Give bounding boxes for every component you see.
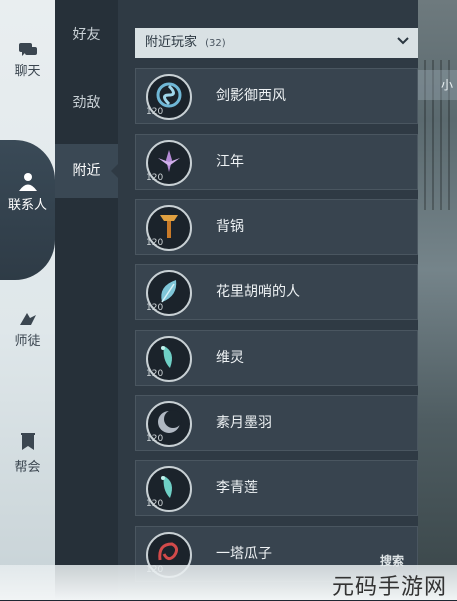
player-row[interactable]: 120 李青莲 [135, 460, 418, 516]
player-row[interactable]: 120 剑影御西风 [135, 68, 418, 124]
dropdown-label: 附近玩家 [145, 35, 198, 50]
chat-icon [18, 43, 37, 56]
nearby-players-dropdown[interactable]: 附近玩家 (32) [135, 28, 418, 58]
sub-navigation: 好友 劲敌 附近 [55, 0, 118, 600]
player-level: 120 [146, 434, 164, 444]
lotus-emblem-icon [158, 150, 180, 172]
dropdown-count: (32) [205, 38, 226, 49]
player-level: 120 [146, 369, 164, 379]
nav-guild[interactable]: 帮会 [0, 432, 55, 475]
player-name: 维灵 [216, 350, 244, 366]
nav-mentor[interactable]: 师徒 [0, 310, 55, 349]
tab-friends[interactable]: 好友 [55, 8, 118, 62]
chevron-down-icon [397, 37, 409, 45]
player-row[interactable]: 120 江年 [135, 134, 418, 190]
player-row[interactable]: 120 素月墨羽 [135, 395, 418, 451]
guild-banner-icon [20, 433, 35, 450]
player-row[interactable]: 120 花里胡哨的人 [135, 264, 418, 320]
player-name: 花里胡哨的人 [216, 284, 300, 300]
player-name: 一塔瓜子 [216, 546, 272, 562]
watermark-banner: 元码手游网 [0, 565, 457, 600]
player-name: 李青莲 [216, 480, 258, 496]
feather-emblem-icon [161, 476, 172, 498]
dragon-emblem-icon [158, 542, 179, 561]
player-name: 剑影御西风 [216, 88, 286, 104]
player-name: 背锅 [216, 219, 244, 235]
mentor-icon [19, 313, 36, 325]
nav-mentor-label: 师徒 [14, 334, 41, 349]
feather-emblem-icon [161, 346, 172, 368]
sword-emblem-icon [160, 215, 178, 238]
watermark-text: 元码手游网 [331, 575, 447, 600]
player-name: 素月墨羽 [216, 415, 272, 431]
nav-contacts[interactable]: 联系人 [0, 172, 55, 213]
player-level: 120 [146, 303, 164, 313]
left-navigation: 聊天 联系人 师徒 帮会 [0, 0, 55, 600]
nav-contacts-label: 联系人 [7, 198, 47, 213]
moon-emblem-icon [158, 410, 182, 433]
player-level: 120 [146, 107, 164, 117]
swirl-emblem-icon [156, 82, 182, 108]
nav-chat-label: 聊天 [14, 64, 41, 79]
tab-nearby[interactable]: 附近 [55, 144, 118, 198]
selected-tag: 小 [440, 78, 453, 92]
nav-chat[interactable]: 聊天 [0, 42, 55, 79]
player-row[interactable]: 120 维灵 [135, 330, 418, 386]
player-level: 120 [146, 499, 164, 509]
player-level: 120 [146, 173, 164, 183]
player-name: 江年 [216, 154, 244, 170]
nav-guild-label: 帮会 [14, 460, 41, 475]
tab-rivals[interactable]: 劲敌 [55, 76, 118, 130]
contact-icon [18, 173, 37, 191]
leaf-emblem-icon [161, 280, 177, 303]
player-row[interactable]: 120 背锅 [135, 199, 418, 255]
player-level: 120 [146, 238, 164, 248]
